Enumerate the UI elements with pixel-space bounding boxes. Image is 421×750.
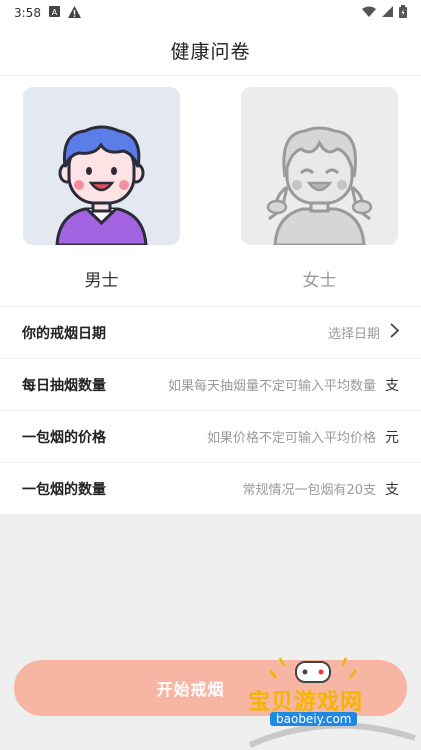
pack-count-label: 一包烟的数量 xyxy=(22,481,106,498)
warning-icon xyxy=(67,5,81,21)
watermark: 宝贝游戏网 baobeiy.com xyxy=(240,650,420,750)
battery-icon xyxy=(399,5,407,21)
wifi-icon xyxy=(362,6,376,20)
pack-count-input[interactable]: 常规情况一包烟有20支 xyxy=(242,479,376,498)
daily-count-row: 每日抽烟数量 如果每天抽烟量不定可输入平均数量 支 xyxy=(0,358,421,410)
status-bar: 3:58 A xyxy=(0,0,421,26)
daily-count-label: 每日抽烟数量 xyxy=(22,377,106,394)
signal-icon xyxy=(382,6,393,20)
male-option-card[interactable] xyxy=(23,87,180,245)
daily-count-input[interactable]: 如果每天抽烟量不定可输入平均数量 xyxy=(168,375,376,394)
quit-date-row[interactable]: 你的戒烟日期 选择日期 xyxy=(0,306,421,358)
pack-price-label: 一包烟的价格 xyxy=(22,429,106,446)
svg-text:A: A xyxy=(52,8,58,17)
pack-price-row: 一包烟的价格 如果价格不定可输入平均价格 元 xyxy=(0,410,421,462)
female-option-card[interactable] xyxy=(241,87,398,245)
start-quit-label: 开始戒烟 xyxy=(156,680,225,699)
male-label[interactable]: 男士 xyxy=(23,266,180,291)
notification-a-icon: A xyxy=(48,6,60,20)
pack-count-unit: 支 xyxy=(385,481,399,498)
header: 健康问卷 xyxy=(0,26,421,76)
quit-date-label: 你的戒烟日期 xyxy=(22,325,106,342)
pack-price-unit: 元 xyxy=(385,429,399,446)
pack-price-input[interactable]: 如果价格不定可输入平均价格 xyxy=(207,427,376,446)
male-avatar-icon xyxy=(55,125,148,245)
female-label[interactable]: 女士 xyxy=(241,266,398,291)
chevron-right-icon xyxy=(390,323,400,342)
female-avatar-icon xyxy=(266,126,373,245)
pack-count-row: 一包烟的数量 常规情况一包烟有20支 支 xyxy=(0,462,421,514)
page-title: 健康问卷 xyxy=(170,41,251,63)
quit-date-value[interactable]: 选择日期 xyxy=(328,323,380,342)
gender-selector: 男士 女士 xyxy=(0,76,421,306)
watermark-url: baobeiy.com xyxy=(270,712,358,726)
daily-count-unit: 支 xyxy=(385,377,399,394)
questionnaire-form: 你的戒烟日期 选择日期 每日抽烟数量 如果每天抽烟量不定可输入平均数量 支 一包… xyxy=(0,306,421,514)
status-time: 3:58 xyxy=(14,6,41,20)
